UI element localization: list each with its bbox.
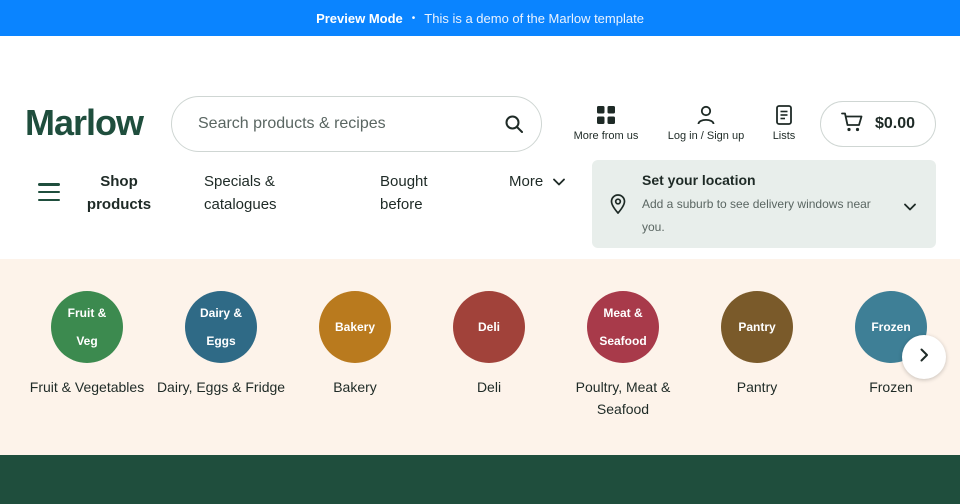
cart-button[interactable]: $0.00 xyxy=(820,101,936,147)
cart-icon xyxy=(841,112,863,137)
category-item[interactable]: Bakery Bakery xyxy=(290,291,420,398)
carousel-next-button[interactable] xyxy=(902,335,946,379)
nav-shop-products[interactable]: Shop products xyxy=(84,170,154,216)
category-label: Poultry, Meat & Seafood xyxy=(575,379,671,417)
category-carousel: Fruit & Veg Fruit & Vegetables Dairy & E… xyxy=(0,259,960,455)
nav-more[interactable]: More xyxy=(509,170,566,193)
user-icon xyxy=(696,104,716,126)
category-circle[interactable]: Dairy & Eggs xyxy=(185,291,257,363)
footer-band xyxy=(0,455,960,504)
location-description: Add a suburb to see delivery windows nea… xyxy=(642,197,871,234)
preview-banner: Preview Mode • This is a demo of the Mar… xyxy=(0,0,960,36)
lists-button[interactable]: Lists xyxy=(768,104,800,142)
category-item[interactable]: Dairy & Eggs Dairy, Eggs & Fridge xyxy=(156,291,286,398)
category-item[interactable]: Meat & Seafood Poultry, Meat & Seafood xyxy=(558,291,688,420)
grid-icon xyxy=(597,104,615,126)
category-label: Dairy, Eggs & Fridge xyxy=(156,379,286,395)
category-circle[interactable]: Pantry xyxy=(721,291,793,363)
list-icon xyxy=(776,104,792,126)
lists-label: Lists xyxy=(772,130,796,142)
category-label: Frozen xyxy=(869,379,913,395)
set-location-panel[interactable]: Set your location Add a suburb to see de… xyxy=(592,160,936,248)
cart-total: $0.00 xyxy=(874,115,916,132)
chevron-down-icon xyxy=(553,170,566,193)
nav-more-label: More xyxy=(509,173,544,190)
login-button[interactable]: Log in / Sign up xyxy=(664,104,748,142)
category-item[interactable]: Pantry Pantry xyxy=(692,291,822,398)
nav-bought-before[interactable]: Bought before xyxy=(380,170,450,216)
category-item[interactable]: Deli Deli xyxy=(424,291,554,398)
category-circle[interactable]: Bakery xyxy=(319,291,391,363)
location-title: Set your location xyxy=(642,172,756,188)
more-from-us-label: More from us xyxy=(573,130,639,142)
search-icon[interactable] xyxy=(503,113,525,135)
category-circle[interactable]: Meat & Seafood xyxy=(587,291,659,363)
login-label: Log in / Sign up xyxy=(667,130,745,142)
category-label: Pantry xyxy=(736,379,778,395)
search-input[interactable] xyxy=(198,115,503,133)
preview-separator: • xyxy=(411,12,416,24)
category-label: Fruit & Vegetables xyxy=(29,379,145,395)
preview-message: This is a demo of the Marlow template xyxy=(424,10,644,26)
category-circle[interactable]: Deli xyxy=(453,291,525,363)
marlow-logo[interactable]: Marlow xyxy=(25,103,144,143)
location-pin-icon xyxy=(610,194,626,219)
more-from-us-button[interactable]: More from us xyxy=(572,104,640,142)
search-bar[interactable] xyxy=(171,96,542,152)
chevron-right-icon xyxy=(920,348,929,367)
nav-specials[interactable]: Specials & catalogues xyxy=(204,170,304,216)
category-label: Deli xyxy=(476,379,502,395)
preview-mode-label: Preview Mode xyxy=(316,10,403,26)
category-label: Bakery xyxy=(333,379,377,395)
category-circle[interactable]: Fruit & Veg xyxy=(51,291,123,363)
hamburger-menu-icon[interactable] xyxy=(38,183,60,201)
category-item[interactable]: Fruit & Veg Fruit & Vegetables xyxy=(22,291,152,398)
chevron-down-icon[interactable] xyxy=(904,198,916,216)
